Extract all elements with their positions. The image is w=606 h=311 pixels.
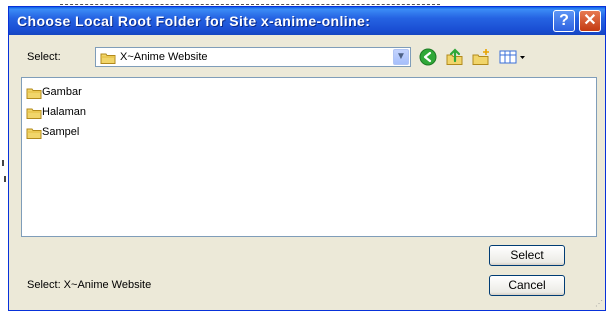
folder-name: Halaman (42, 106, 87, 118)
folder-dropdown[interactable]: X~Anime Website ▼ (95, 47, 411, 67)
folder-icon (26, 106, 42, 124)
background-mark (4, 176, 6, 182)
selection-status: Select: X~Anime Website (27, 279, 152, 291)
select-button[interactable]: Select (489, 245, 565, 266)
chevron-down-icon[interactable]: ▼ (393, 49, 409, 65)
folder-name: Sampel (42, 126, 80, 138)
new-folder-icon[interactable] (471, 48, 491, 66)
up-folder-icon[interactable] (445, 48, 465, 66)
folder-name: Gambar (42, 86, 82, 98)
cancel-button[interactable]: Cancel (489, 275, 565, 296)
folder-icon (26, 86, 42, 104)
folder-icon (26, 126, 42, 144)
location-toolbar: Select: X~Anime Website ▼ (9, 43, 605, 69)
dialog-title: Choose Local Root Folder for Site x-anim… (17, 13, 371, 29)
views-menu-icon[interactable] (499, 48, 529, 66)
help-button[interactable]: ? (553, 10, 575, 32)
folder-list[interactable]: Gambar Halaman Sampel (21, 77, 597, 237)
current-folder-value: X~Anime Website (120, 51, 208, 63)
choose-folder-dialog: Choose Local Root Folder for Site x-anim… (8, 6, 606, 311)
back-icon[interactable] (419, 48, 439, 66)
close-button[interactable]: ✕ (579, 10, 601, 32)
select-label: Select: (27, 51, 61, 63)
title-bar[interactable]: Choose Local Root Folder for Site x-anim… (9, 7, 605, 35)
background-mark (2, 160, 4, 166)
folder-icon (100, 51, 116, 69)
resize-grip-icon[interactable]: ⋰ (595, 299, 603, 308)
